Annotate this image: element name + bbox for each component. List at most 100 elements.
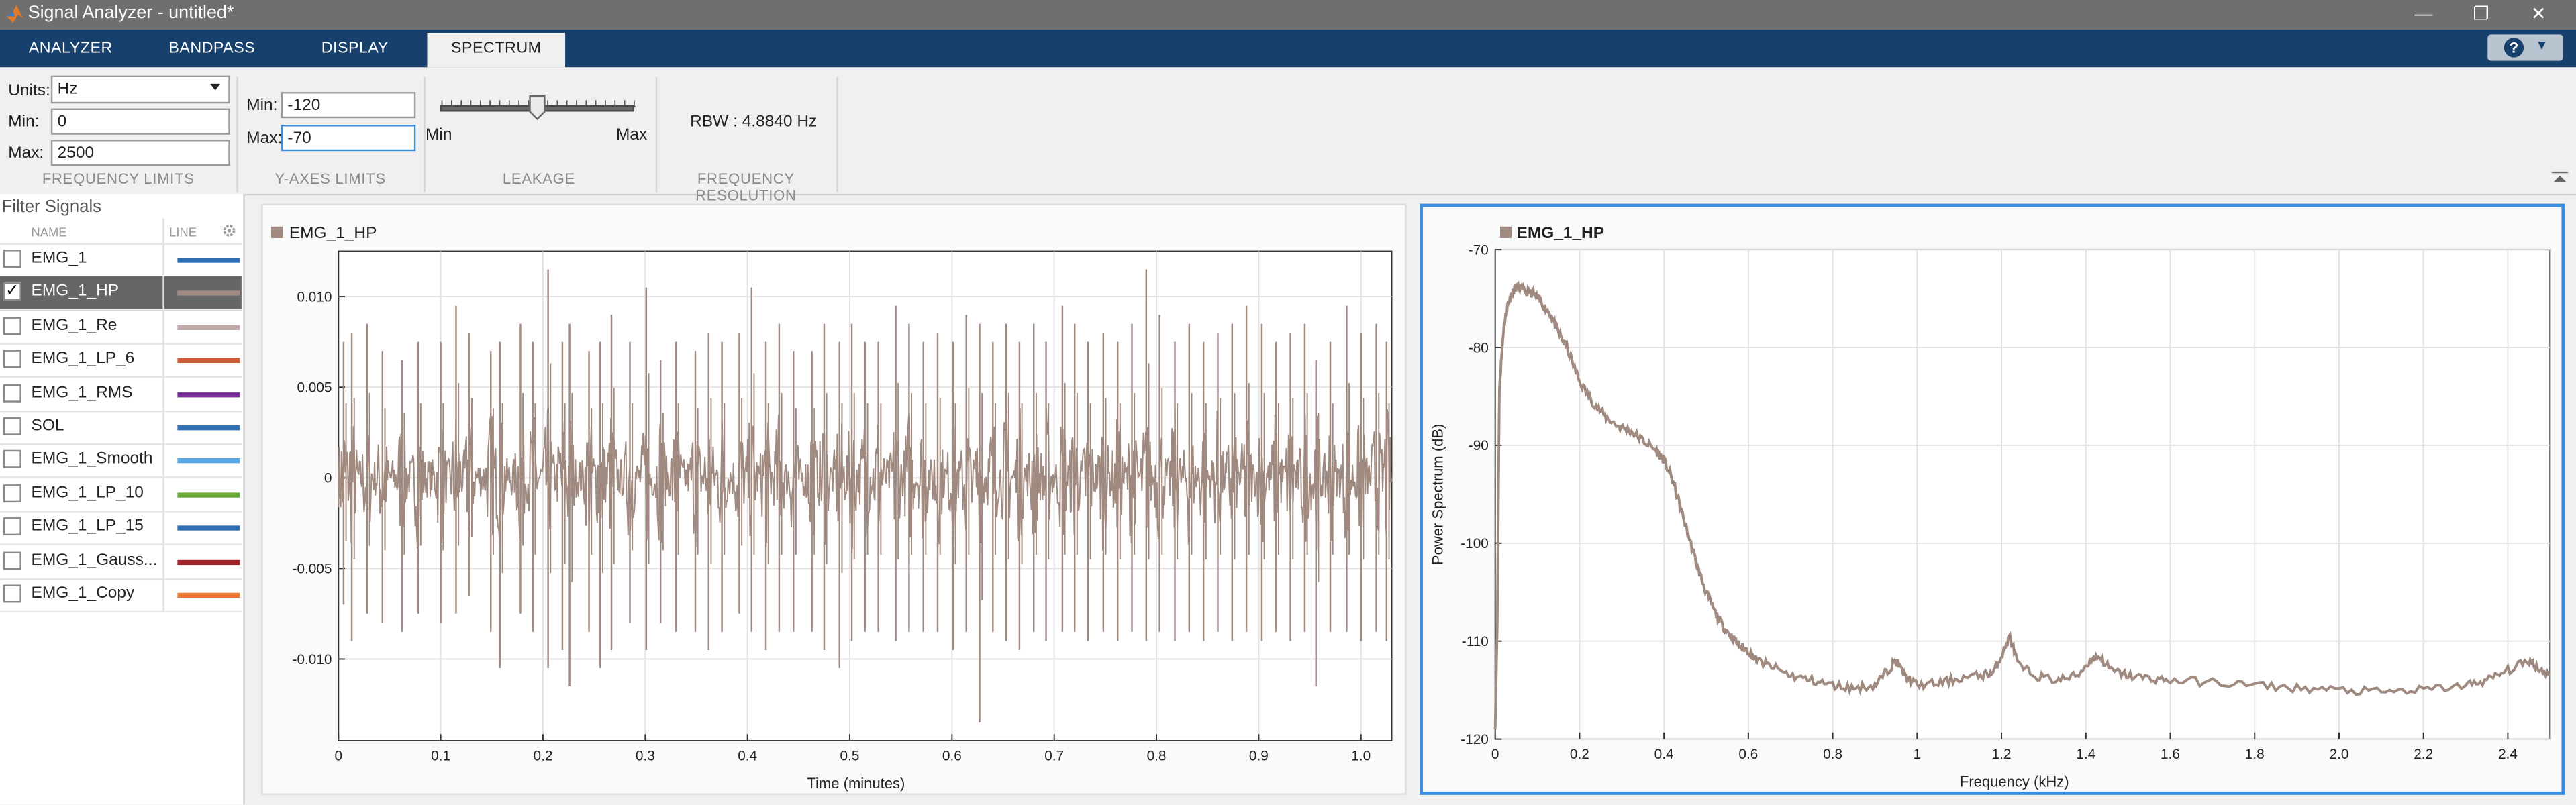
x-tick-label: 1.2 <box>1992 747 2012 762</box>
signal-row[interactable]: EMG_1 <box>0 243 242 278</box>
tab-display[interactable]: DISPLAY <box>283 30 427 67</box>
signal-name: SOL <box>31 417 64 435</box>
title-bar: Signal Analyzer - untitled* — ❐ ✕ <box>0 0 2576 30</box>
x-tick-label: 0.7 <box>1044 748 1064 763</box>
signal-checkbox[interactable] <box>3 517 21 536</box>
signal-row[interactable]: SOL <box>0 411 242 445</box>
signal-checkbox[interactable] <box>3 383 21 402</box>
line-color-swatch[interactable] <box>177 592 240 598</box>
y-tick-label: -70 <box>1469 242 1489 258</box>
matlab-logo-icon <box>6 5 23 23</box>
signal-row[interactable]: EMG_1_Gauss... <box>0 544 242 580</box>
frequency-limits-section-title: FREQUENCY LIMITS <box>42 170 195 188</box>
name-column-header[interactable]: NAME <box>32 225 67 239</box>
frequency-resolution-section-title: FREQUENCY RESOLUTION <box>695 170 797 204</box>
y-tick-label: -0.005 <box>293 561 332 577</box>
filter-signals-label[interactable]: Filter Signals <box>1 197 101 217</box>
collapse-toolstrip-icon[interactable] <box>2551 171 2569 184</box>
x-tick-label: 1.0 <box>1351 748 1371 763</box>
help-icon: ? <box>2504 38 2524 58</box>
tab-analyzer[interactable]: ANALYZER <box>0 30 142 67</box>
signal-name: EMG_1_Re <box>31 316 117 335</box>
x-tick-label: 0.2 <box>1570 747 1589 762</box>
line-color-swatch[interactable] <box>177 358 240 364</box>
tab-bandpass[interactable]: BANDPASS <box>142 30 283 67</box>
y-max-input[interactable]: -70 <box>281 125 416 152</box>
signal-row[interactable]: EMG_1_Copy <box>0 578 242 613</box>
signal-row[interactable]: EMG_1_RMS <box>0 377 242 412</box>
x-tick-label: 0.4 <box>1654 747 1674 762</box>
y-tick-label: 0 <box>324 471 332 486</box>
signal-row[interactable]: EMG_1_Smooth <box>0 443 242 479</box>
time-domain-display[interactable]: EMG_1_HP 0 0.1 0.2 0.3 0.4 0.5 0.6 0.7 0.8 0.9 1.0… <box>261 203 1407 795</box>
spectrum-legend-label: EMG_1_HP <box>1517 224 1605 242</box>
signal-name: EMG_1_LP_15 <box>31 517 144 536</box>
signal-name: EMG_1_LP_6 <box>31 350 135 368</box>
x-tick-label: 0.8 <box>1823 747 1842 762</box>
y-max-label: Max: <box>246 129 283 148</box>
gear-icon[interactable] <box>221 223 236 238</box>
restore-button[interactable]: ❐ <box>2453 0 2509 30</box>
signal-checkbox[interactable]: ✓ <box>3 283 21 301</box>
line-color-swatch[interactable] <box>177 559 240 565</box>
line-color-swatch[interactable] <box>177 291 240 297</box>
minimize-button[interactable]: — <box>2395 0 2451 30</box>
y-tick-label: 0.005 <box>297 380 332 396</box>
leakage-section-title: LEAKAGE <box>502 170 575 188</box>
chevron-down-icon: ▼ <box>2535 38 2548 53</box>
signal-name: EMG_1_Smooth <box>31 450 153 469</box>
help-button[interactable]: ? ▼ <box>2487 34 2563 61</box>
freq-max-input[interactable]: 2500 <box>50 140 230 166</box>
x-tick-label: 0.1 <box>431 748 450 763</box>
spectrum-y-axis-label: Power Spectrum (dB) <box>1429 424 1446 565</box>
x-tick-label: 2.2 <box>2414 747 2433 762</box>
signal-row[interactable]: ✓ EMG_1_HP <box>0 276 242 311</box>
tab-spectrum[interactable]: SPECTRUM <box>427 32 566 68</box>
x-tick-label: 1 <box>1914 747 1922 762</box>
spectrum-toolstrip: Units: Hz Min: 0 Max: 2500 FREQUENCY LIM… <box>0 67 2576 204</box>
signal-row[interactable]: EMG_1_LP_6 <box>0 343 242 378</box>
signal-row[interactable]: EMG_1_LP_15 <box>0 511 242 546</box>
y-tick-label: -110 <box>1462 634 1489 649</box>
time-legend-label: EMG_1_HP <box>289 224 377 242</box>
signal-checkbox[interactable] <box>3 417 21 435</box>
line-color-swatch[interactable] <box>177 492 240 498</box>
signal-name: EMG_1_Gauss... <box>31 551 158 570</box>
line-color-swatch[interactable] <box>177 425 240 431</box>
signal-table-panel: Filter Signals NAME LINE EMG_1 ✓ EMG_1_HP E… <box>0 193 245 805</box>
line-color-swatch[interactable] <box>177 325 240 330</box>
y-tick-label: 0.010 <box>297 289 332 305</box>
units-dropdown[interactable]: Hz <box>50 75 230 104</box>
x-tick-label: 0 <box>334 748 342 763</box>
y-min-input[interactable]: -120 <box>281 92 416 119</box>
leakage-min-label: Min <box>426 126 452 145</box>
signal-row[interactable]: EMG_1_Re <box>0 310 242 345</box>
line-color-swatch[interactable] <box>177 392 240 397</box>
signal-checkbox[interactable] <box>3 250 21 268</box>
x-tick-label: 1.6 <box>2161 747 2180 762</box>
line-color-swatch[interactable] <box>177 458 240 464</box>
y-tick-label: -80 <box>1469 340 1489 356</box>
line-column-header[interactable]: LINE <box>169 225 197 239</box>
spectrum-display[interactable]: EMG_1_HP 0 0.2 0.4 0.6 0.8 1 1.2 1.4 1.6 1.8 2.0 2.… <box>1420 203 2565 795</box>
freq-max-label: Max: <box>8 144 44 163</box>
window-title: Signal Analyzer - untitled* <box>28 3 234 23</box>
toolstrip-tabs: ANALYZER BANDPASS DISPLAY SPECTRUM ? ▼ <box>0 30 2576 68</box>
signal-row[interactable]: EMG_1_LP_10 <box>0 477 242 513</box>
legend-swatch <box>270 226 283 238</box>
x-tick-label: 0.4 <box>738 748 757 763</box>
signal-checkbox[interactable] <box>3 350 21 368</box>
spectrum-chart: EMG_1_HP 0 0.2 0.4 0.6 0.8 1 1.2 1.4 1.6 1.8 2.0 2.… <box>1429 224 2551 790</box>
signal-checkbox[interactable] <box>3 551 21 570</box>
freq-min-input[interactable]: 0 <box>50 108 230 135</box>
signal-checkbox[interactable] <box>3 584 21 603</box>
signal-checkbox[interactable] <box>3 484 21 502</box>
close-button[interactable]: ✕ <box>2511 0 2567 30</box>
signal-checkbox[interactable] <box>3 316 21 335</box>
signal-checkbox[interactable] <box>3 450 21 469</box>
y-min-label: Min: <box>246 97 278 115</box>
line-color-swatch[interactable] <box>177 258 240 263</box>
freq-min-label: Min: <box>8 113 40 131</box>
leakage-slider-thumb[interactable] <box>529 95 546 120</box>
line-color-swatch[interactable] <box>177 525 240 531</box>
